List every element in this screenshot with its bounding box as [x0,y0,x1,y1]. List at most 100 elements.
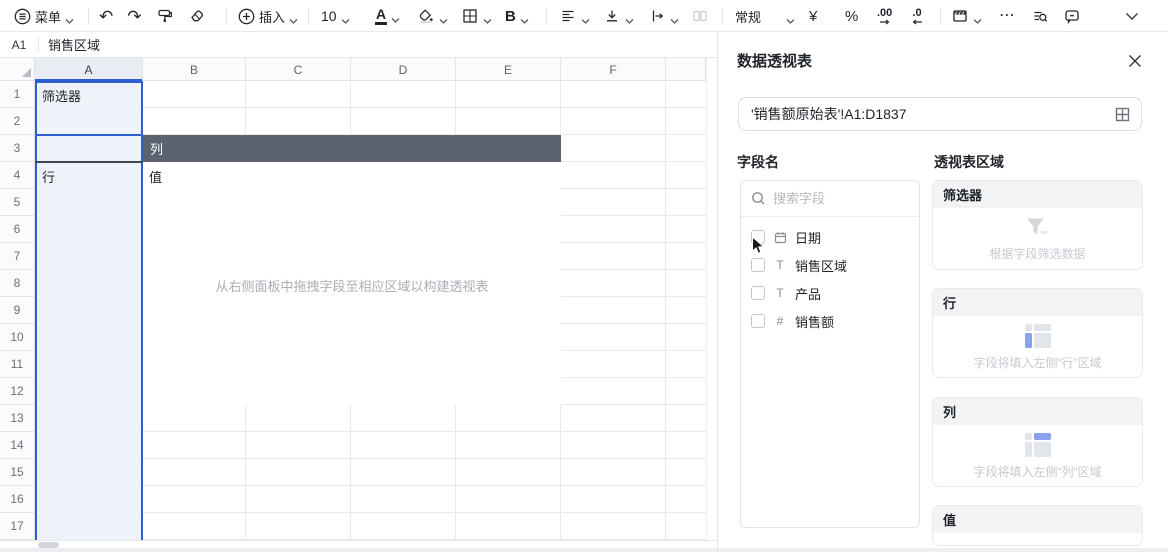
row-header-2[interactable]: 2 [0,108,35,135]
percent-format-button[interactable]: % [842,7,861,26]
number-format-button[interactable]: 常规 [732,5,798,28]
filters-area-card[interactable]: 筛选器 根据字段筛选数据 [932,180,1143,270]
column-header-D[interactable]: D [351,58,456,81]
row-header-14[interactable]: 14 [0,432,35,459]
gridline [665,81,666,540]
insert-button[interactable]: 插入 [234,5,301,28]
row-header-8[interactable]: 8 [0,270,35,297]
row-header-4[interactable]: 4 [0,162,35,189]
eraser-button[interactable] [185,5,209,27]
fill-color-button[interactable] [414,5,451,27]
rows-area-card[interactable]: 行 字段将填入左侧“行”区域 [932,288,1143,378]
column-header-C[interactable]: C [246,58,351,81]
main-menu-button[interactable]: 菜单 [10,5,77,28]
field-item[interactable]: T产品 [741,279,919,307]
align-bottom-icon [603,7,621,25]
font-color-button[interactable]: A [372,5,403,27]
cell-a1[interactable]: 筛选器 [42,86,81,105]
column-header-E[interactable]: E [456,58,561,81]
columns-area-title: 列 [933,398,1142,425]
column-header-B[interactable]: B [143,58,246,81]
row-header-11[interactable]: 11 [0,351,35,378]
decrease-decimal-icon: .0 [912,8,921,19]
row-header-17[interactable]: 17 [0,513,35,540]
close-icon [1128,54,1142,68]
cell-a4[interactable]: 行 [42,167,55,186]
text-orientation-button[interactable] [645,5,682,27]
source-range-field[interactable] [738,97,1142,131]
row-header-15[interactable]: 15 [0,459,35,486]
columns-area-hint: 字段将填入左侧“列”区域 [974,463,1102,480]
vertical-align-button[interactable] [600,5,637,27]
close-panel-button[interactable] [1126,52,1144,70]
bold-button[interactable]: B [502,6,532,27]
find-filter-button[interactable] [1028,5,1052,27]
funnel-icon [1025,217,1051,239]
row-headers: 1234567891011121314151617 [0,81,35,540]
horizontal-align-button[interactable] [556,5,593,27]
conditional-format-button[interactable] [948,5,985,27]
chevron-down-icon [65,13,74,20]
format-painter-icon [156,7,174,25]
format-painter-button[interactable] [153,5,177,27]
comment-button[interactable] [1060,5,1084,27]
field-item[interactable]: 日期 [741,223,919,251]
row-header-10[interactable]: 10 [0,324,35,351]
text-type-icon: T [776,258,783,272]
font-size-value: 10 [321,8,337,24]
row-header-13[interactable]: 13 [0,405,35,432]
select-all-corner[interactable] [0,58,35,81]
chevron-down-icon [786,13,795,20]
name-box[interactable]: A1 [0,38,38,52]
field-search[interactable] [741,181,919,217]
field-checkbox[interactable] [751,314,765,328]
font-size-button[interactable]: 10 [318,6,353,26]
select-range-icon[interactable] [1114,106,1131,123]
cell-b4[interactable]: 值 [149,167,162,186]
field-item[interactable]: T销售区域 [741,251,919,279]
values-area-card[interactable]: 值 [932,505,1143,546]
horizontal-scrollbar[interactable] [0,540,717,548]
chevron-down-icon [520,13,529,20]
field-checkbox[interactable] [751,258,765,272]
redo-button[interactable]: ↷ [124,6,144,27]
borders-icon [461,7,479,25]
increase-decimal-button[interactable]: .00 [874,6,895,27]
more-icon: ⋯ [999,8,1016,24]
field-checkbox[interactable] [751,286,765,300]
cells-area[interactable]: 列 筛选器 行 值 从右侧面板中拖拽字段至相应区域以构建透视表 [35,81,706,540]
merge-cells-button[interactable] [688,5,712,27]
collapse-toolbar-button[interactable] [1122,10,1142,23]
undo-button[interactable]: ↶ [96,6,116,27]
row-header-12[interactable]: 12 [0,378,35,405]
currency-format-button[interactable]: ¥ [806,7,820,26]
conditional-format-icon [951,7,969,25]
source-range-input[interactable] [751,106,1114,122]
row-header-6[interactable]: 6 [0,216,35,243]
borders-button[interactable] [458,5,495,27]
row-header-1[interactable]: 1 [0,81,35,108]
formula-input[interactable]: 销售区域 [39,35,717,54]
text-type-icon: T [776,286,783,300]
row-header-9[interactable]: 9 [0,297,35,324]
more-tools-button[interactable]: ⋯ [996,6,1019,26]
redo-icon: ↷ [127,8,141,25]
row-header-5[interactable]: 5 [0,189,35,216]
column-header-F[interactable]: F [561,58,666,81]
vertical-scrollbar[interactable] [706,58,717,540]
find-icon [1031,7,1049,25]
row-header-3[interactable]: 3 [0,135,35,162]
pivot-row-area-top-border [35,161,143,163]
columns-area-card[interactable]: 列 字段将填入左侧“列”区域 [932,397,1143,487]
row-header-7[interactable]: 7 [0,243,35,270]
decrease-decimal-button[interactable]: .0 [908,6,926,27]
pivot-columns-bar[interactable]: 列 [143,135,561,162]
increase-decimal-icon: .00 [877,8,892,19]
column-header-A[interactable]: A [35,58,143,81]
column-header-partial[interactable] [666,58,706,81]
insert-label: 插入 [259,7,285,26]
field-search-input[interactable] [773,191,883,206]
field-item[interactable]: #销售额 [741,307,919,335]
rows-area-title: 行 [933,289,1142,316]
row-header-16[interactable]: 16 [0,486,35,513]
